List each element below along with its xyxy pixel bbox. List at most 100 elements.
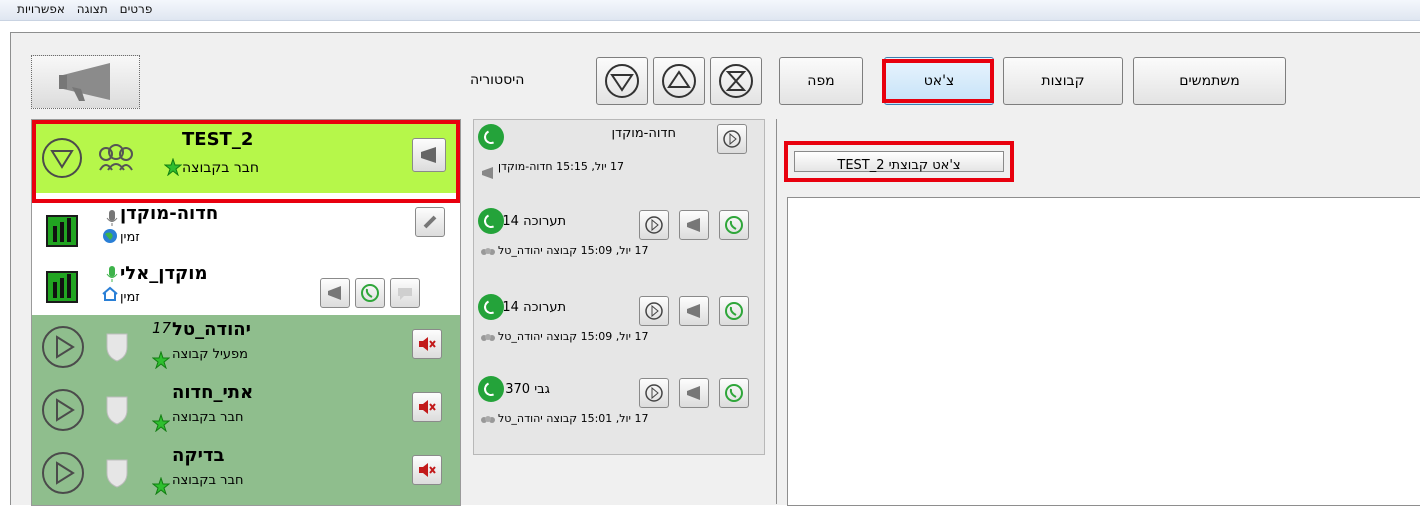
star-icon: [152, 477, 170, 495]
call-icon: [478, 294, 504, 320]
signal-bars-icon: [46, 215, 78, 247]
history-name: חדוה-מוקדן: [611, 126, 676, 141]
phone-icon: [361, 284, 379, 302]
member-role: חבר בקבוצה: [172, 473, 244, 488]
ptt-button[interactable]: [679, 296, 709, 326]
group-row-highlight: [32, 120, 460, 203]
tab-groups[interactable]: קבוצות: [1003, 57, 1123, 105]
list-item-member[interactable]: 17 יהודה_טל מפעיל קבוצה: [32, 315, 460, 379]
history-name: גבי 370: [505, 382, 550, 397]
phone-icon: [725, 302, 743, 320]
member-mute-button[interactable]: [412, 329, 442, 359]
menu-options[interactable]: אפשרויות: [17, 2, 65, 16]
chat-messages-area[interactable]: [787, 197, 1420, 506]
group-icon: [481, 416, 495, 423]
list-item-member[interactable]: בדיקה חבר בקבוצה: [32, 441, 460, 505]
star-icon: [152, 351, 170, 369]
history-item[interactable]: גבי 370 17 יול, 15:01 קבוצה יהודה_טל: [474, 372, 764, 454]
user-status: זמין: [120, 290, 140, 305]
microphone-icon: [106, 266, 118, 282]
member-badge: 17: [152, 319, 172, 337]
history-name: תערוכה 14: [502, 300, 566, 315]
tab-users[interactable]: משתמשים: [1133, 57, 1286, 105]
history-item[interactable]: תערוכה 14 17 יול, 15:09 קבוצה יהודה_טל: [474, 204, 764, 286]
member-mute-button[interactable]: [412, 455, 442, 485]
play-icon: [645, 384, 663, 402]
play-icon[interactable]: [42, 326, 84, 368]
play-button[interactable]: [639, 378, 669, 408]
history-scroll-down-button[interactable]: [596, 57, 648, 105]
tab-map[interactable]: מפה: [779, 57, 863, 105]
push-to-talk-button[interactable]: [31, 55, 140, 109]
link-button[interactable]: [415, 207, 445, 237]
call-icon: [478, 124, 504, 150]
megaphone-icon: [687, 304, 700, 318]
phone-icon: [725, 384, 743, 402]
ptt-button[interactable]: [679, 378, 709, 408]
call-icon: [478, 376, 504, 402]
history-detail: 17 יול, 15:09 קבוצה יהודה_טל: [498, 330, 649, 343]
play-button[interactable]: [639, 210, 669, 240]
history-label: היסטוריה: [470, 72, 525, 88]
play-icon: [645, 302, 663, 320]
history-scroll-up-button[interactable]: [653, 57, 705, 105]
group-icon: [481, 248, 495, 255]
chat-tab-highlight: [882, 59, 994, 103]
user-name: מוקדן_אלי: [120, 263, 208, 284]
megaphone-icon: [328, 286, 341, 300]
list-item-member[interactable]: אתי_חדוה חבר בקבוצה: [32, 378, 460, 442]
link-icon: [423, 215, 437, 229]
hourglass-icon: [719, 64, 753, 98]
call-button[interactable]: [719, 210, 749, 240]
megaphone-icon: [687, 218, 700, 232]
user-call-button[interactable]: [355, 278, 385, 308]
star-icon: [152, 414, 170, 432]
history-item[interactable]: תערוכה 14 17 יול, 15:09 קבוצה יהודה_טל: [474, 290, 764, 372]
menu-view[interactable]: תצוגה: [77, 2, 108, 16]
member-name: אתי_חדוה: [172, 382, 254, 403]
play-button[interactable]: [717, 124, 747, 154]
play-button[interactable]: [639, 296, 669, 326]
group-chat-tab[interactable]: צ'אט קבוצתי TEST_2: [784, 141, 1014, 182]
member-name: יהודה_טל: [172, 319, 251, 340]
history-detail: 17 יול, 15:09 קבוצה יהודה_טל: [498, 244, 649, 257]
member-role: מפעיל קבוצה: [172, 347, 249, 362]
group-chat-tab-label[interactable]: צ'אט קבוצתי TEST_2: [794, 151, 1004, 173]
user-name: חדוה-מוקדן: [120, 203, 219, 224]
user-list: TEST_2 חבר בקבוצה חדוה-מוקדן זמין מוקדן_…: [31, 119, 461, 506]
phone-icon: [725, 216, 743, 234]
play-icon[interactable]: [42, 389, 84, 431]
history-panel: חדוה-מוקדן 17 יול, 15:15 חדוה-מוקדן תערו…: [473, 119, 765, 455]
member-role: חבר בקבוצה: [172, 410, 244, 425]
list-item-user[interactable]: מוקדן_אלי זמין: [32, 259, 460, 316]
speaker-muted-icon: [419, 400, 436, 414]
megaphone-icon: [687, 386, 700, 400]
shield-icon: [106, 333, 128, 362]
arrow-up-circle-icon: [662, 64, 696, 98]
speech-icon: [398, 288, 412, 300]
speaker-muted-icon: [419, 463, 436, 477]
group-icon: [481, 334, 495, 341]
play-icon[interactable]: [42, 452, 84, 494]
home-icon: [102, 286, 118, 301]
list-item-user[interactable]: חדוה-מוקדן זמין: [32, 203, 460, 260]
speaker-muted-icon: [419, 337, 436, 351]
ptt-button[interactable]: [679, 210, 709, 240]
history-detail: 17 יול, 15:01 קבוצה יהודה_טל: [498, 412, 649, 425]
history-item[interactable]: חדוה-מוקדן 17 יול, 15:15 חדוה-מוקדן: [474, 120, 764, 202]
shield-icon: [106, 459, 128, 488]
arrow-down-circle-icon: [605, 64, 639, 98]
user-message-button[interactable]: [390, 278, 420, 308]
history-clear-button[interactable]: [710, 57, 762, 105]
globe-icon: [103, 229, 117, 243]
call-button[interactable]: [719, 378, 749, 408]
play-icon: [645, 216, 663, 234]
member-mute-button[interactable]: [412, 392, 442, 422]
menu-details[interactable]: פרטים: [120, 2, 153, 16]
megaphone-icon: [482, 167, 493, 179]
call-icon: [478, 208, 504, 234]
microphone-icon: [106, 210, 118, 226]
user-status: זמין: [120, 230, 140, 245]
user-ptt-button[interactable]: [320, 278, 350, 308]
call-button[interactable]: [719, 296, 749, 326]
